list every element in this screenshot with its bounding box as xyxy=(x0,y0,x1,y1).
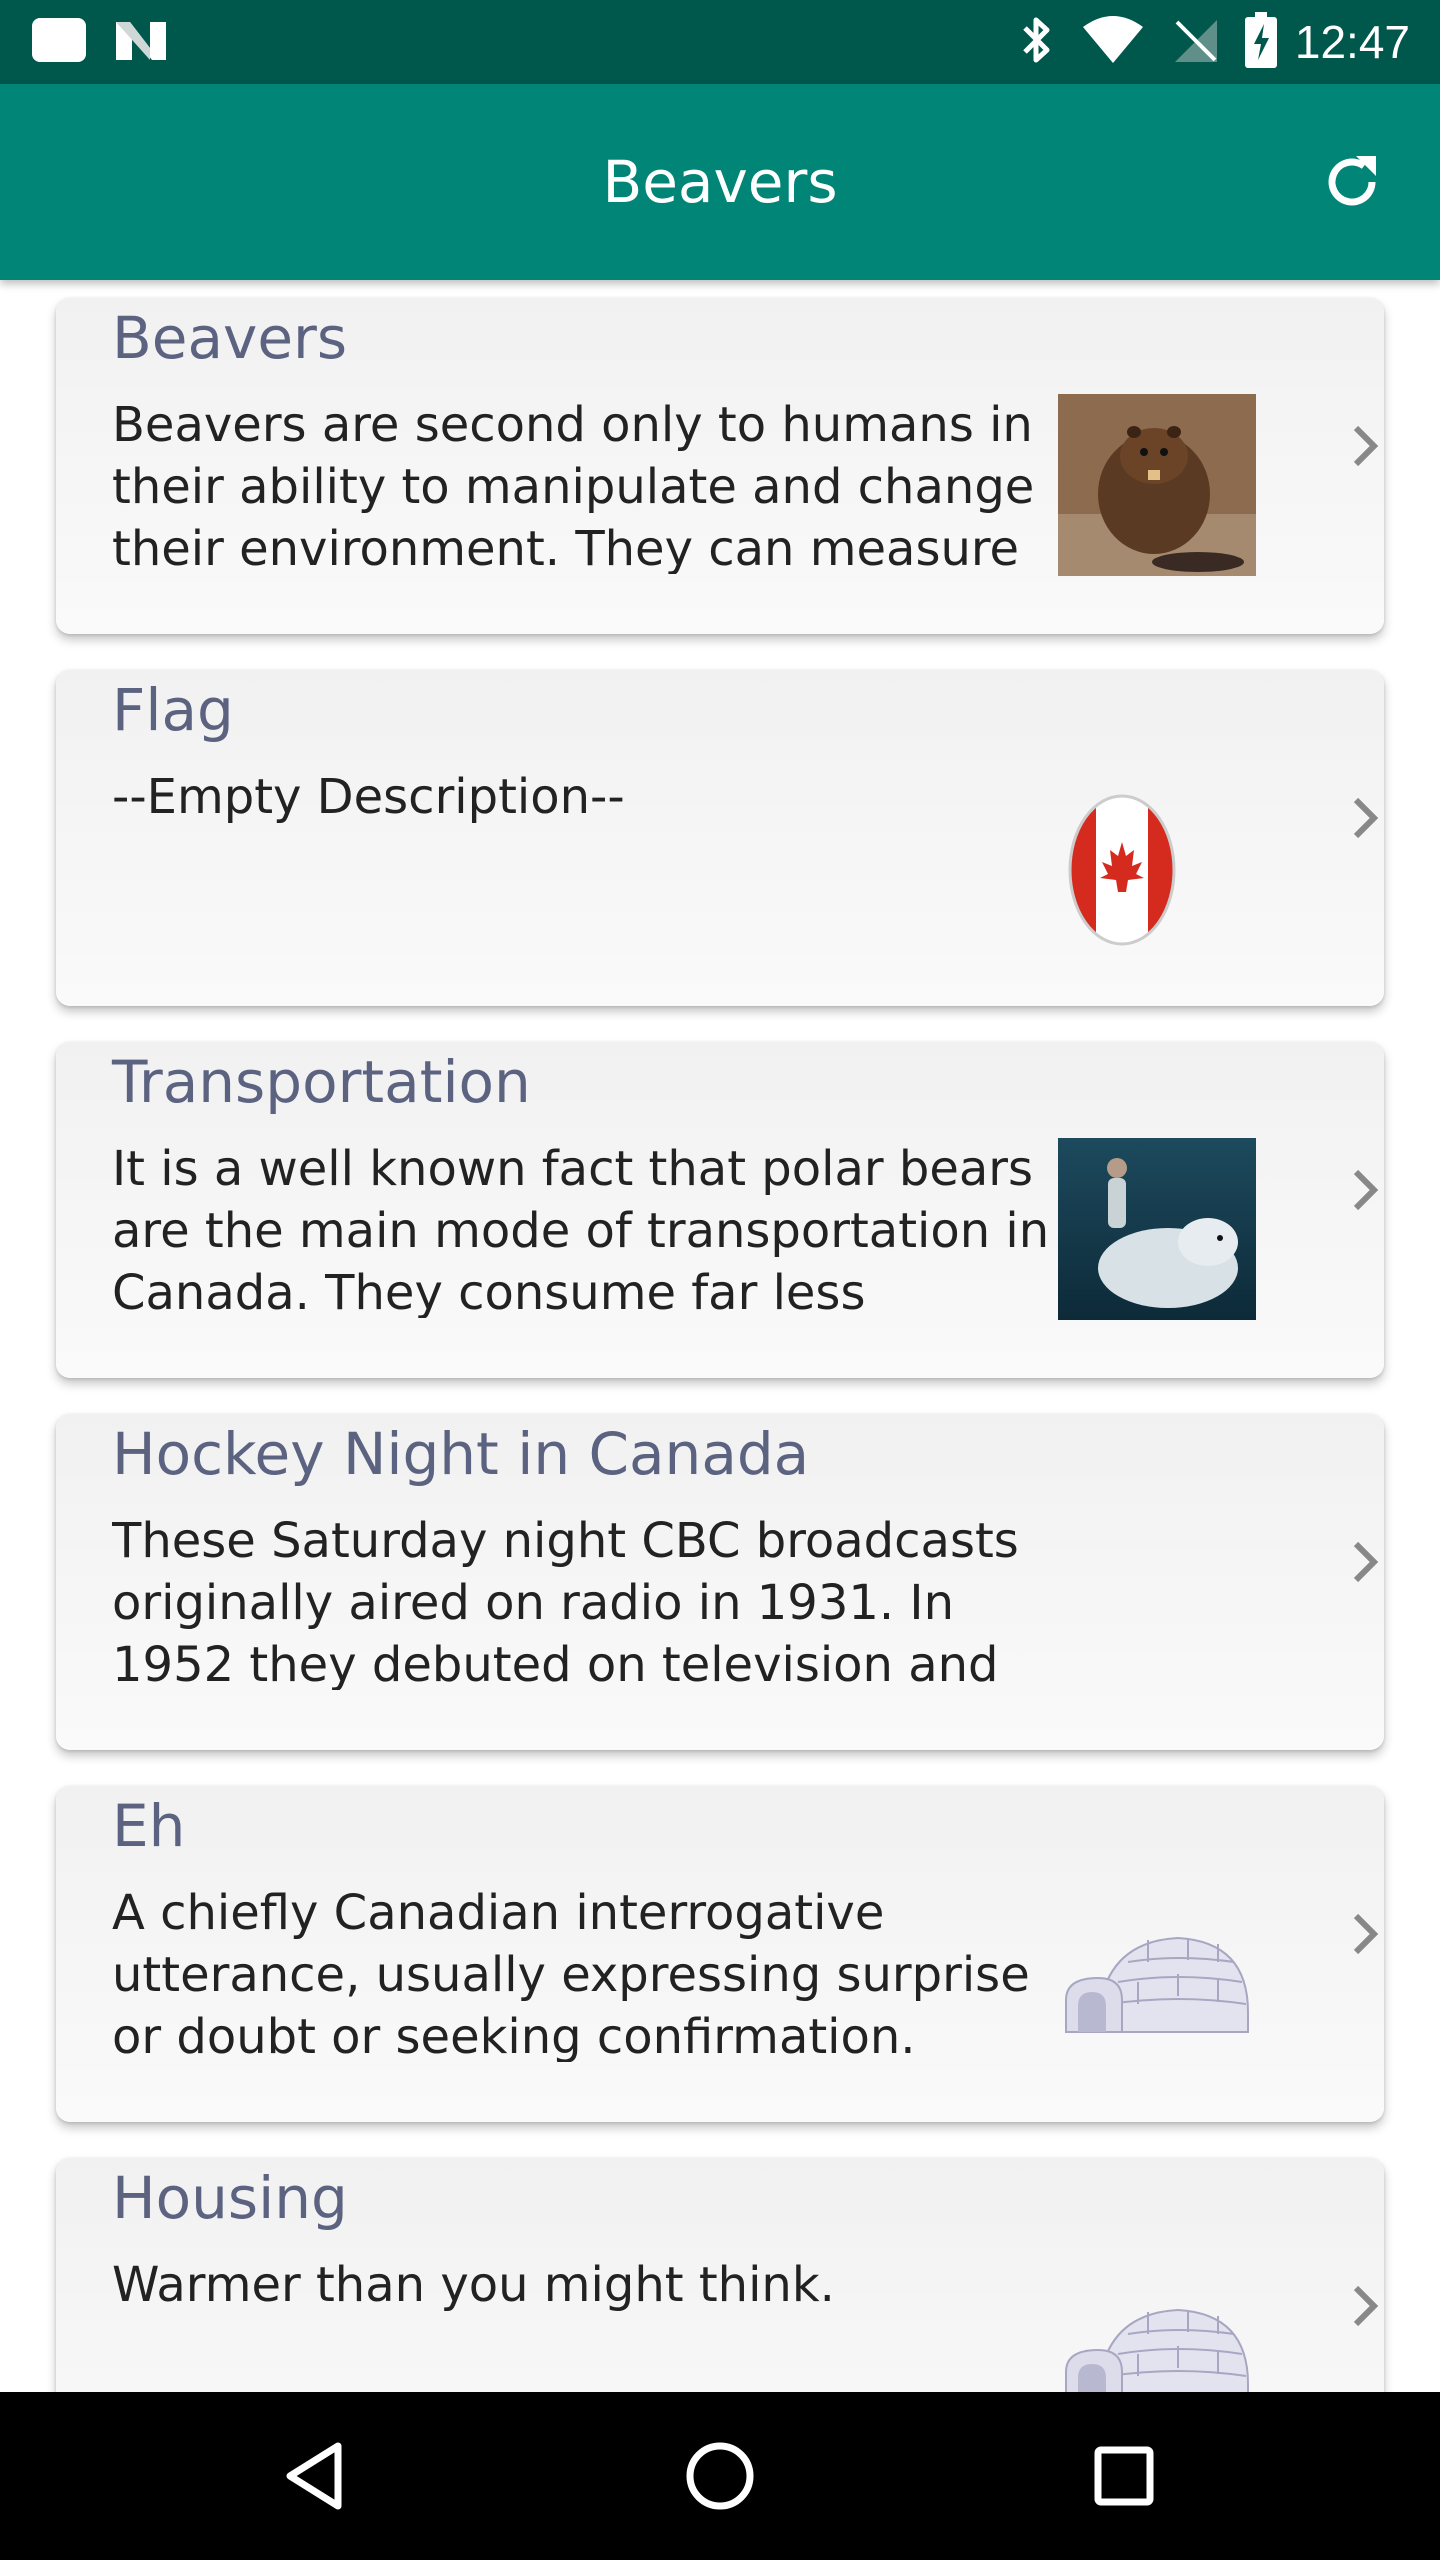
card-description: Beavers are second only to humans in the… xyxy=(112,397,1035,574)
list-item-beavers[interactable]: Beavers Beavers are second only to human… xyxy=(56,298,1384,634)
content-list[interactable]: Beavers Beavers are second only to human… xyxy=(0,280,1440,2392)
igloo-image xyxy=(1058,2254,1256,2392)
card-title: Hockey Night in Canada xyxy=(112,1420,810,1488)
card-title: Flag xyxy=(112,676,234,744)
wifi-icon xyxy=(1081,15,1145,69)
chevron-right-icon xyxy=(1346,1160,1384,1220)
back-icon xyxy=(286,2442,342,2510)
list-item-transportation[interactable]: Transportation It is a well known fact t… xyxy=(56,1042,1384,1378)
card-description: --Empty Description-- xyxy=(112,769,625,825)
chevron-right-icon xyxy=(1346,416,1384,476)
card-description: These Saturday night CBC broadcasts orig… xyxy=(112,1513,1019,1690)
refresh-button[interactable] xyxy=(1320,150,1384,214)
notification-square-icon xyxy=(30,14,88,70)
list-item-housing[interactable]: Housing Warmer than you might think. xyxy=(56,2158,1384,2392)
home-icon xyxy=(686,2442,754,2510)
polar-bear-image xyxy=(1058,1138,1256,1320)
status-time: 12:47 xyxy=(1294,16,1410,68)
recents-button[interactable] xyxy=(1084,2436,1164,2516)
bluetooth-icon xyxy=(1019,14,1055,70)
list-item-eh[interactable]: Eh A chiefly Canadian interrogative utte… xyxy=(56,1786,1384,2122)
status-right-icons: 12:47 xyxy=(1019,0,1410,84)
igloo-image xyxy=(1058,1882,1256,2064)
card-title: Transportation xyxy=(112,1048,531,1116)
navigation-bar xyxy=(0,2392,1440,2560)
chevron-right-icon xyxy=(1346,1532,1384,1592)
list-item-hockey-night-in-canada[interactable]: Hockey Night in Canada These Saturday ni… xyxy=(56,1414,1384,1750)
chevron-right-icon xyxy=(1346,788,1384,848)
app-bar: Beavers xyxy=(0,84,1440,280)
no-signal-icon xyxy=(1171,16,1219,68)
card-title: Eh xyxy=(112,1792,186,1860)
status-left-icons xyxy=(30,16,194,68)
n-logo-icon xyxy=(114,18,168,66)
app-title: Beavers xyxy=(602,148,838,216)
card-title: Housing xyxy=(112,2164,348,2232)
card-title: Beavers xyxy=(112,304,348,372)
card-description: Warmer than you might think. xyxy=(112,2257,835,2313)
status-bar: 12:47 xyxy=(0,0,1440,84)
list-item-flag[interactable]: Flag --Empty Description-- xyxy=(56,670,1384,1006)
chevron-right-icon xyxy=(1346,2276,1384,2336)
refresh-icon xyxy=(1328,156,1376,206)
recents-icon xyxy=(1094,2446,1154,2506)
home-button[interactable] xyxy=(680,2436,760,2516)
card-description: It is a well known fact that polar bears… xyxy=(112,1141,1050,1318)
canada-flag-image xyxy=(1058,766,1256,948)
chevron-right-icon xyxy=(1346,1904,1384,1964)
card-description: A chiefly Canadian interrogative utteran… xyxy=(112,1885,1030,2062)
battery-charging-icon xyxy=(1244,12,1277,72)
beaver-image xyxy=(1058,394,1256,576)
back-button[interactable] xyxy=(276,2436,356,2516)
